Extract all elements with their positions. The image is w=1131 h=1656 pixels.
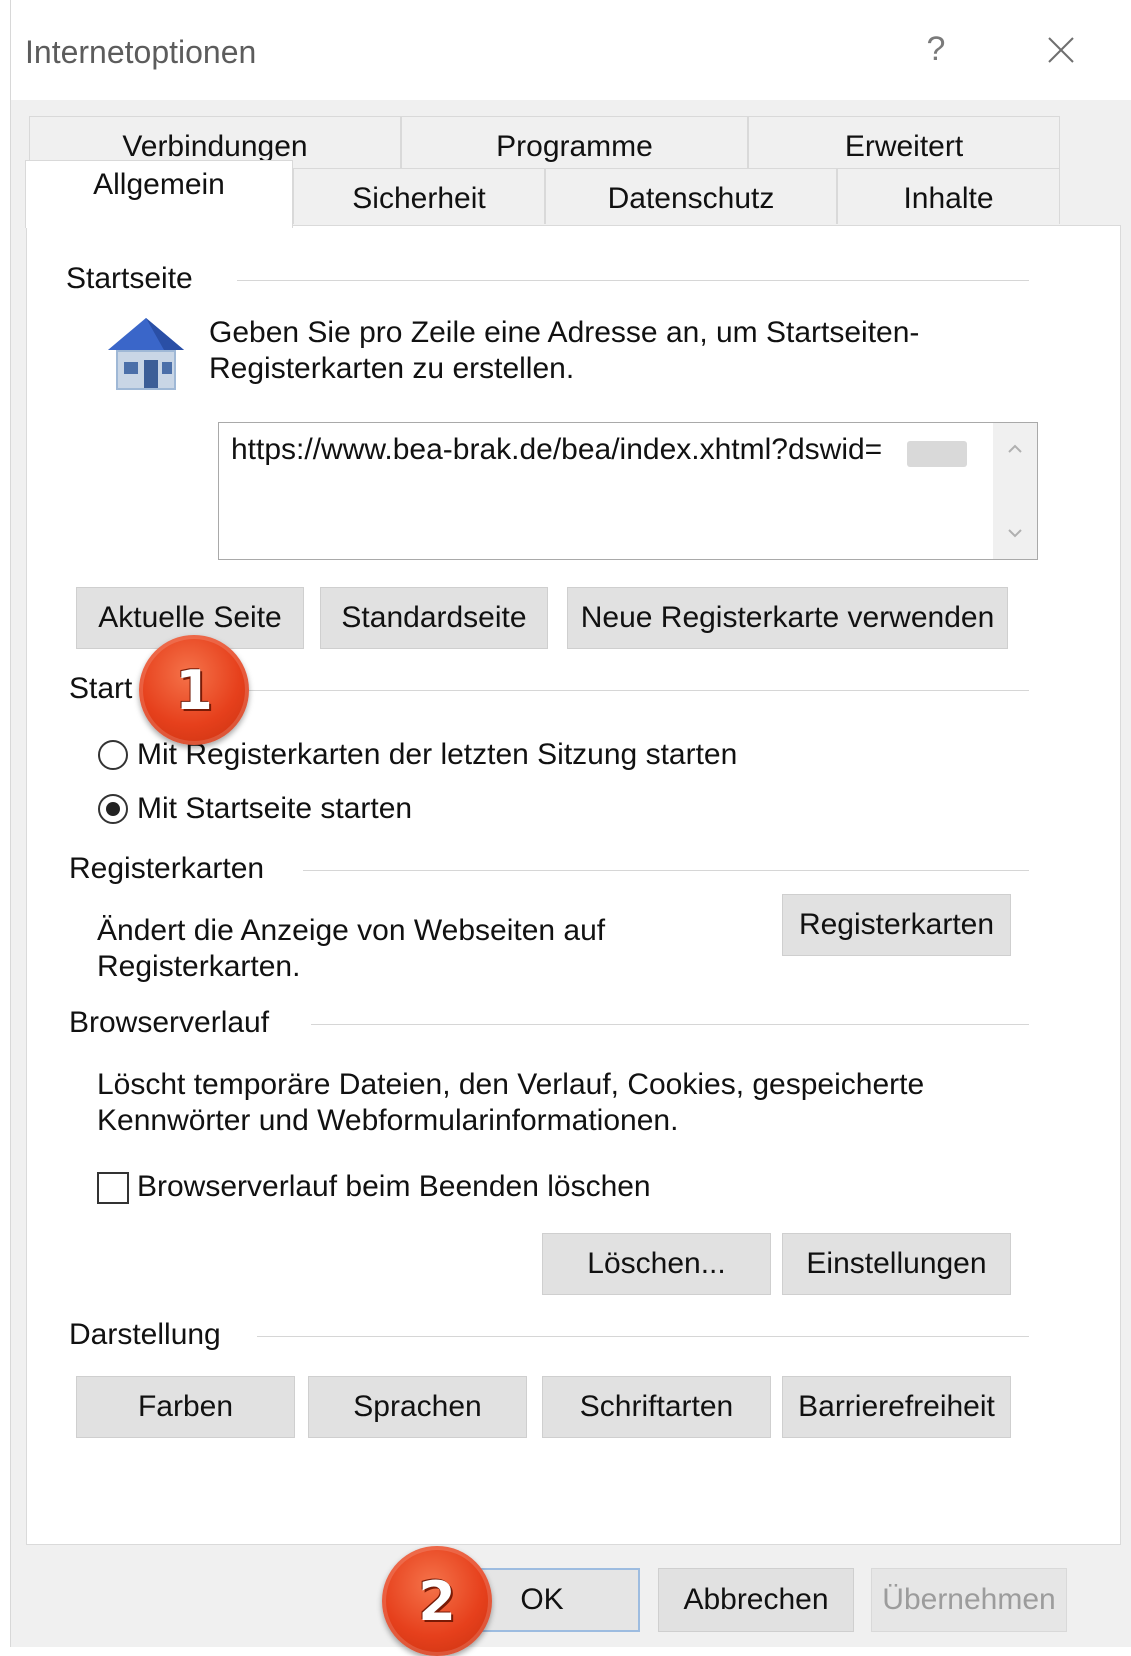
window-title: Internetoptionen xyxy=(25,34,257,70)
languages-button[interactable]: Sprachen xyxy=(308,1376,527,1438)
start-heading: Start xyxy=(69,672,133,705)
radio-selected-dot xyxy=(106,802,120,816)
browserverlauf-description-line2: Kennwörter und Webformularinformationen. xyxy=(97,1104,679,1137)
registerkarten-divider xyxy=(303,870,1029,871)
delete-history-on-exit-label[interactable]: Browserverlauf beim Beenden löschen xyxy=(137,1168,651,1205)
homepage-url-value: https://www.bea-brak.de/bea/index.xhtml?… xyxy=(231,433,883,466)
startseite-description-line2: Registerkarten zu erstellen. xyxy=(209,352,575,385)
delete-history-on-exit-checkbox[interactable] xyxy=(97,1172,129,1204)
browserverlauf-description-line1: Löscht temporäre Dateien, den Verlauf, C… xyxy=(97,1068,925,1101)
step-marker-2: 2 xyxy=(382,1546,492,1656)
textarea-scrollbar[interactable] xyxy=(993,423,1037,559)
startseite-description-line1: Geben Sie pro Zeile eine Adresse an, um … xyxy=(209,316,920,349)
registerkarten-description-line1: Ändert die Anzeige von Webseiten auf xyxy=(97,914,606,947)
tab-erweitert[interactable]: Erweitert xyxy=(748,116,1060,172)
apply-button[interactable]: Übernehmen xyxy=(871,1568,1067,1632)
radio-start-homepage[interactable] xyxy=(98,794,128,824)
browserverlauf-heading: Browserverlauf xyxy=(69,1006,270,1039)
darstellung-heading: Darstellung xyxy=(69,1318,221,1351)
internet-options-dialog: Internetoptionen ? Verbindungen Programm… xyxy=(10,0,1131,1647)
delete-history-button[interactable]: Löschen... xyxy=(542,1233,771,1295)
tab-programme[interactable]: Programme xyxy=(401,116,748,172)
title-bar: Internetoptionen ? xyxy=(11,0,1131,100)
help-button[interactable]: ? xyxy=(916,30,956,69)
tab-inhalte[interactable]: Inhalte xyxy=(837,168,1060,224)
tab-sicherheit[interactable]: Sicherheit xyxy=(293,168,545,224)
scroll-down-icon[interactable] xyxy=(1005,523,1025,543)
registerkarten-heading: Registerkarten xyxy=(69,852,265,885)
radio-start-homepage-label[interactable]: Mit Startseite starten xyxy=(137,790,412,827)
darstellung-divider xyxy=(257,1336,1029,1337)
radio-last-session-label[interactable]: Mit Registerkarten der letzten Sitzung s… xyxy=(137,736,737,773)
radio-last-session[interactable] xyxy=(98,740,128,770)
default-page-button[interactable]: Standardseite xyxy=(320,587,548,649)
tab-datenschutz[interactable]: Datenschutz xyxy=(545,168,837,224)
homepage-url-textarea[interactable]: https://www.bea-brak.de/bea/index.xhtml?… xyxy=(218,422,1038,560)
close-button[interactable] xyxy=(1041,30,1081,70)
step-marker-1: 1 xyxy=(139,635,249,745)
start-divider xyxy=(237,690,1029,691)
accessibility-button[interactable]: Barrierefreiheit xyxy=(782,1376,1011,1438)
fonts-button[interactable]: Schriftarten xyxy=(542,1376,771,1438)
close-icon xyxy=(1048,37,1074,63)
cancel-button[interactable]: Abbrechen xyxy=(658,1568,854,1632)
redacted-id xyxy=(907,441,967,467)
startseite-heading: Startseite xyxy=(66,262,193,295)
new-tab-button[interactable]: Neue Registerkarte verwenden xyxy=(567,587,1008,649)
startseite-divider xyxy=(237,280,1029,281)
colors-button[interactable]: Farben xyxy=(76,1376,295,1438)
tabs-settings-button[interactable]: Registerkarten xyxy=(782,894,1011,956)
history-settings-button[interactable]: Einstellungen xyxy=(782,1233,1011,1295)
scroll-up-icon[interactable] xyxy=(1005,439,1025,459)
browserverlauf-divider xyxy=(311,1024,1029,1025)
home-icon xyxy=(108,318,184,390)
registerkarten-description-line2: Registerkarten. xyxy=(97,950,301,983)
tab-allgemein[interactable]: Allgemein xyxy=(25,160,293,228)
